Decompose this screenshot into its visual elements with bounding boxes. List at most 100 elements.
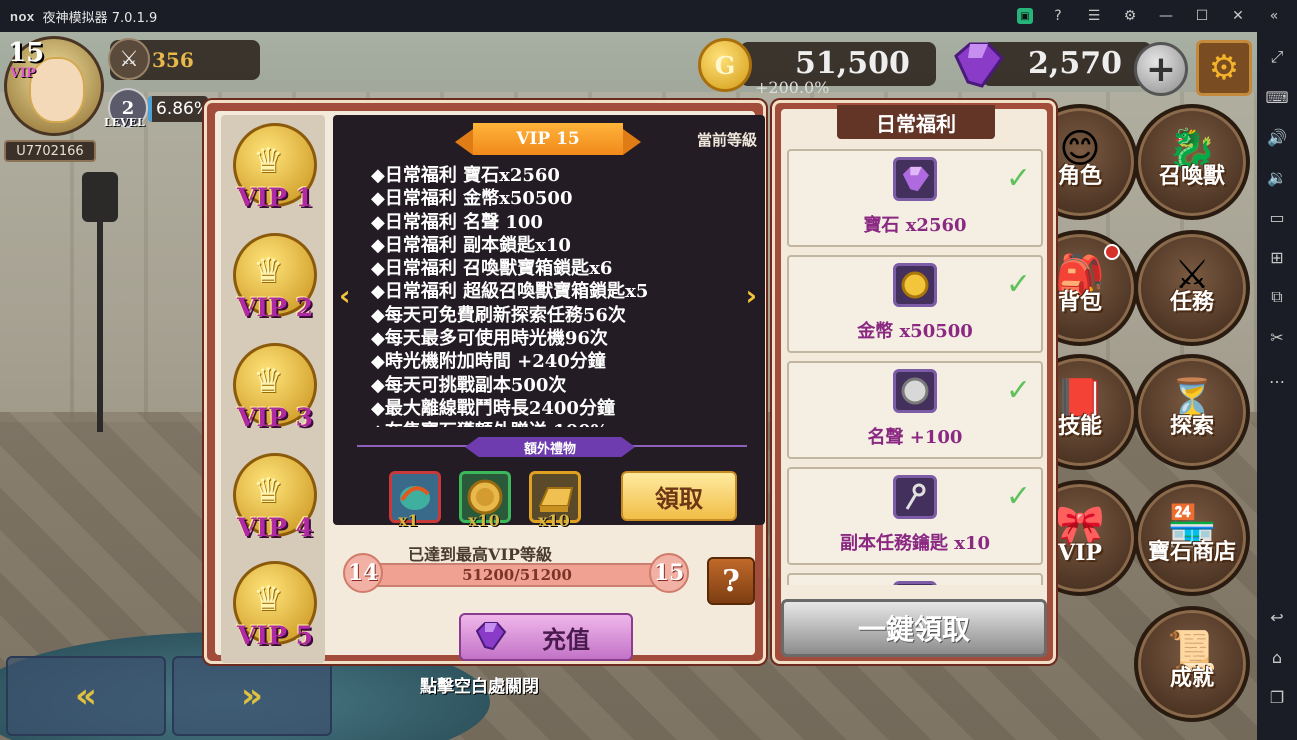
reward-row-gems[interactable]: ✓ 寶石 x2560 bbox=[787, 149, 1043, 247]
reward-label: 副本任務鑰匙 x10 bbox=[839, 533, 991, 554]
keyboard-icon[interactable]: ⌨ bbox=[1262, 82, 1292, 112]
gear-icon: ⚙ bbox=[1208, 48, 1240, 88]
gold-coin-icon: G bbox=[698, 38, 752, 92]
benefit-item: ◆時光機附加時間 +240分鐘 bbox=[371, 351, 606, 373]
reward-label: 寶石 x2560 bbox=[863, 215, 967, 236]
exp-fill bbox=[148, 96, 153, 122]
menu-summon-button[interactable]: 🐉 召喚獸 bbox=[1134, 104, 1250, 220]
home-icon[interactable]: ⌂ bbox=[1262, 642, 1292, 672]
next-tier-arrow[interactable]: › bbox=[745, 279, 757, 312]
claim-gifts-button[interactable]: 領取 bbox=[621, 471, 737, 521]
check-icon: ✓ bbox=[1005, 373, 1031, 408]
gem-icon bbox=[893, 157, 937, 201]
gift-quantity: x1 bbox=[398, 511, 419, 530]
close-icon[interactable]: ✕ bbox=[1227, 5, 1249, 27]
street-lamp bbox=[82, 172, 122, 432]
more-icon[interactable]: … bbox=[1262, 362, 1292, 392]
benefit-item: ◆日常福利 金幣x50500 bbox=[371, 188, 573, 210]
player-id: U7702166 bbox=[4, 140, 96, 162]
vip-progress-bar: 51200/51200 bbox=[353, 563, 681, 587]
minimize-icon[interactable]: — bbox=[1155, 5, 1177, 27]
vip-help-button[interactable]: ? bbox=[707, 557, 755, 605]
reward-row-keys[interactable]: ✓ 副本任務鑰匙 x10 bbox=[787, 467, 1043, 565]
reward-label: 名聲 +100 bbox=[867, 427, 963, 448]
window-title: 夜神模拟器 7.0.1.9 bbox=[42, 10, 158, 26]
back-icon[interactable]: ↩ bbox=[1262, 602, 1292, 632]
reward-row-fame[interactable]: ✓ 名聲 +100 bbox=[787, 361, 1043, 459]
vip-tier-badge[interactable]: ♛ VIP 4 bbox=[229, 453, 321, 553]
progress-from-level: 14 bbox=[343, 553, 383, 593]
daily-reward-list[interactable]: ✓ 寶石 x2560 ✓ 金幣 x50500 ✓ 名聲 +100 ✓ 副本任務鑰… bbox=[787, 149, 1043, 585]
menu-explore-button[interactable]: ⏳ 探索 bbox=[1134, 354, 1250, 470]
vip-tier-list[interactable]: ♛ VIP 1 ♛ VIP 2 ♛ VIP 3 ♛ VIP 4 ♛ VIP 5 bbox=[221, 115, 325, 663]
vip-tier-badge[interactable]: ♛ VIP 2 bbox=[229, 233, 321, 333]
prev-tier-arrow[interactable]: ‹ bbox=[339, 279, 351, 312]
screen: nox 夜神模拟器 7.0.1.9 ▣ ? ☰ ⚙ — ☐ ✕ « ⤢ ⌨ 🔊 … bbox=[0, 0, 1297, 740]
crown-icon: ♛ bbox=[253, 471, 284, 511]
maximize-icon[interactable]: ☐ bbox=[1191, 5, 1213, 27]
exp-percent: 6.86% bbox=[156, 99, 211, 119]
gift-dragon-egg[interactable]: x1 bbox=[389, 471, 441, 530]
add-currency-button[interactable]: + bbox=[1134, 42, 1188, 96]
key-icon bbox=[893, 475, 937, 519]
benefit-list[interactable]: ◆日常福利 寶石x2560 ◆日常福利 金幣x50500 ◆日常福利 名聲 10… bbox=[371, 161, 731, 427]
notification-dot bbox=[1104, 244, 1120, 260]
vip-benefits-panel: VIP 15 當前等級 ‹ › ◆日常福利 寶石x2560 ◆日常福利 金幣x5… bbox=[333, 115, 765, 530]
menu-achievement-button[interactable]: 📜 成就 bbox=[1134, 606, 1250, 722]
check-icon: ✓ bbox=[1005, 267, 1031, 302]
gift-quantity: x10 bbox=[538, 511, 570, 530]
menu-quest-button[interactable]: ⚔ 任務 bbox=[1134, 230, 1250, 346]
vip-progress-text: 51200/51200 bbox=[462, 566, 572, 584]
next-page-button[interactable]: » bbox=[172, 656, 332, 736]
gift-coins[interactable]: x10 bbox=[459, 471, 511, 530]
crown-icon: ♛ bbox=[253, 251, 284, 291]
claim-all-button[interactable]: 一鍵領取 bbox=[781, 599, 1047, 657]
collapse-icon[interactable]: « bbox=[1263, 5, 1285, 27]
gem-amount: 2,570 bbox=[1028, 46, 1122, 81]
double-chevron-right-icon: » bbox=[241, 676, 263, 716]
reward-row-partial[interactable]: ✓ bbox=[787, 573, 1043, 585]
recent-apps-icon[interactable]: ❐ bbox=[1262, 682, 1292, 712]
keymap-icon[interactable]: ⤢ bbox=[1262, 42, 1292, 72]
max-vip-text: 已達到最高VIP等級 bbox=[408, 545, 552, 564]
titlebar-controls: ▣ ? ☰ ⚙ — ☐ ✕ « bbox=[1017, 0, 1285, 32]
close-hint[interactable]: 點擊空白處關閉 bbox=[420, 672, 539, 697]
cut-icon[interactable]: ✂ bbox=[1262, 322, 1292, 352]
multi-instance-icon[interactable]: ⧉ bbox=[1262, 282, 1292, 312]
screenshot-icon[interactable]: ▭ bbox=[1262, 202, 1292, 232]
menu-icon[interactable]: ☰ bbox=[1083, 5, 1105, 27]
emulator-sidebar: ⤢ ⌨ 🔊 🔉 ▭ ⊞ ⧉ ✂ … ↩ ⌂ ❐ bbox=[1257, 32, 1297, 740]
key-icon bbox=[893, 581, 937, 585]
vip-tier-badge[interactable]: ♛ VIP 1 bbox=[229, 123, 321, 223]
check-icon: ✓ bbox=[1005, 161, 1031, 196]
volume-up-icon[interactable]: 🔊 bbox=[1262, 122, 1292, 152]
daily-rewards-title: 日常福利 bbox=[837, 105, 995, 139]
progress-to-level: 15 bbox=[649, 553, 689, 593]
crown-icon: ♛ bbox=[253, 579, 284, 619]
benefit-item: ◆每天可免費刷新探索任務56次 bbox=[371, 304, 626, 326]
gift-quantity: x10 bbox=[468, 511, 500, 530]
prev-page-button[interactable]: « bbox=[6, 656, 166, 736]
emulator-titlebar: nox 夜神模拟器 7.0.1.9 ▣ ? ☰ ⚙ — ☐ ✕ « bbox=[0, 0, 1297, 32]
combat-power-value: 356 bbox=[152, 48, 194, 72]
medal-icon bbox=[893, 369, 937, 413]
volume-down-icon[interactable]: 🔉 bbox=[1262, 162, 1292, 192]
game-viewport: 15 VIP U7702166 ⚔ 356 2 LEVEL 6.86% G 51… bbox=[0, 32, 1257, 740]
vip-level-ribbon: VIP 15 bbox=[455, 123, 641, 155]
gift-gold-bar[interactable]: x10 bbox=[529, 471, 581, 530]
menu-gem-shop-button[interactable]: 🏪 寶石商店 bbox=[1134, 480, 1250, 596]
settings-icon[interactable]: ⚙ bbox=[1119, 5, 1141, 27]
current-level-label: 當前等級 bbox=[696, 131, 757, 149]
daily-rewards-panel: 日常福利 ✓ 寶石 x2560 ✓ 金幣 x50500 ✓ 名聲 +100 ✓ … bbox=[772, 100, 1056, 664]
reward-row-gold[interactable]: ✓ 金幣 x50500 bbox=[787, 255, 1043, 353]
vip-tier-badge[interactable]: ♛ VIP 5 bbox=[229, 561, 321, 661]
double-chevron-left-icon: « bbox=[75, 676, 97, 716]
apk-install-icon[interactable]: ⊞ bbox=[1262, 242, 1292, 272]
vip-tier-badge[interactable]: ♛ VIP 3 bbox=[229, 343, 321, 443]
gem-icon bbox=[954, 42, 1004, 88]
coin-icon bbox=[893, 263, 937, 307]
help-icon[interactable]: ? bbox=[1047, 5, 1069, 27]
app-store-icon[interactable]: ▣ bbox=[1017, 8, 1033, 24]
game-settings-button[interactable]: ⚙ bbox=[1196, 40, 1252, 96]
vip-tier-label: VIP 1 bbox=[237, 183, 313, 212]
